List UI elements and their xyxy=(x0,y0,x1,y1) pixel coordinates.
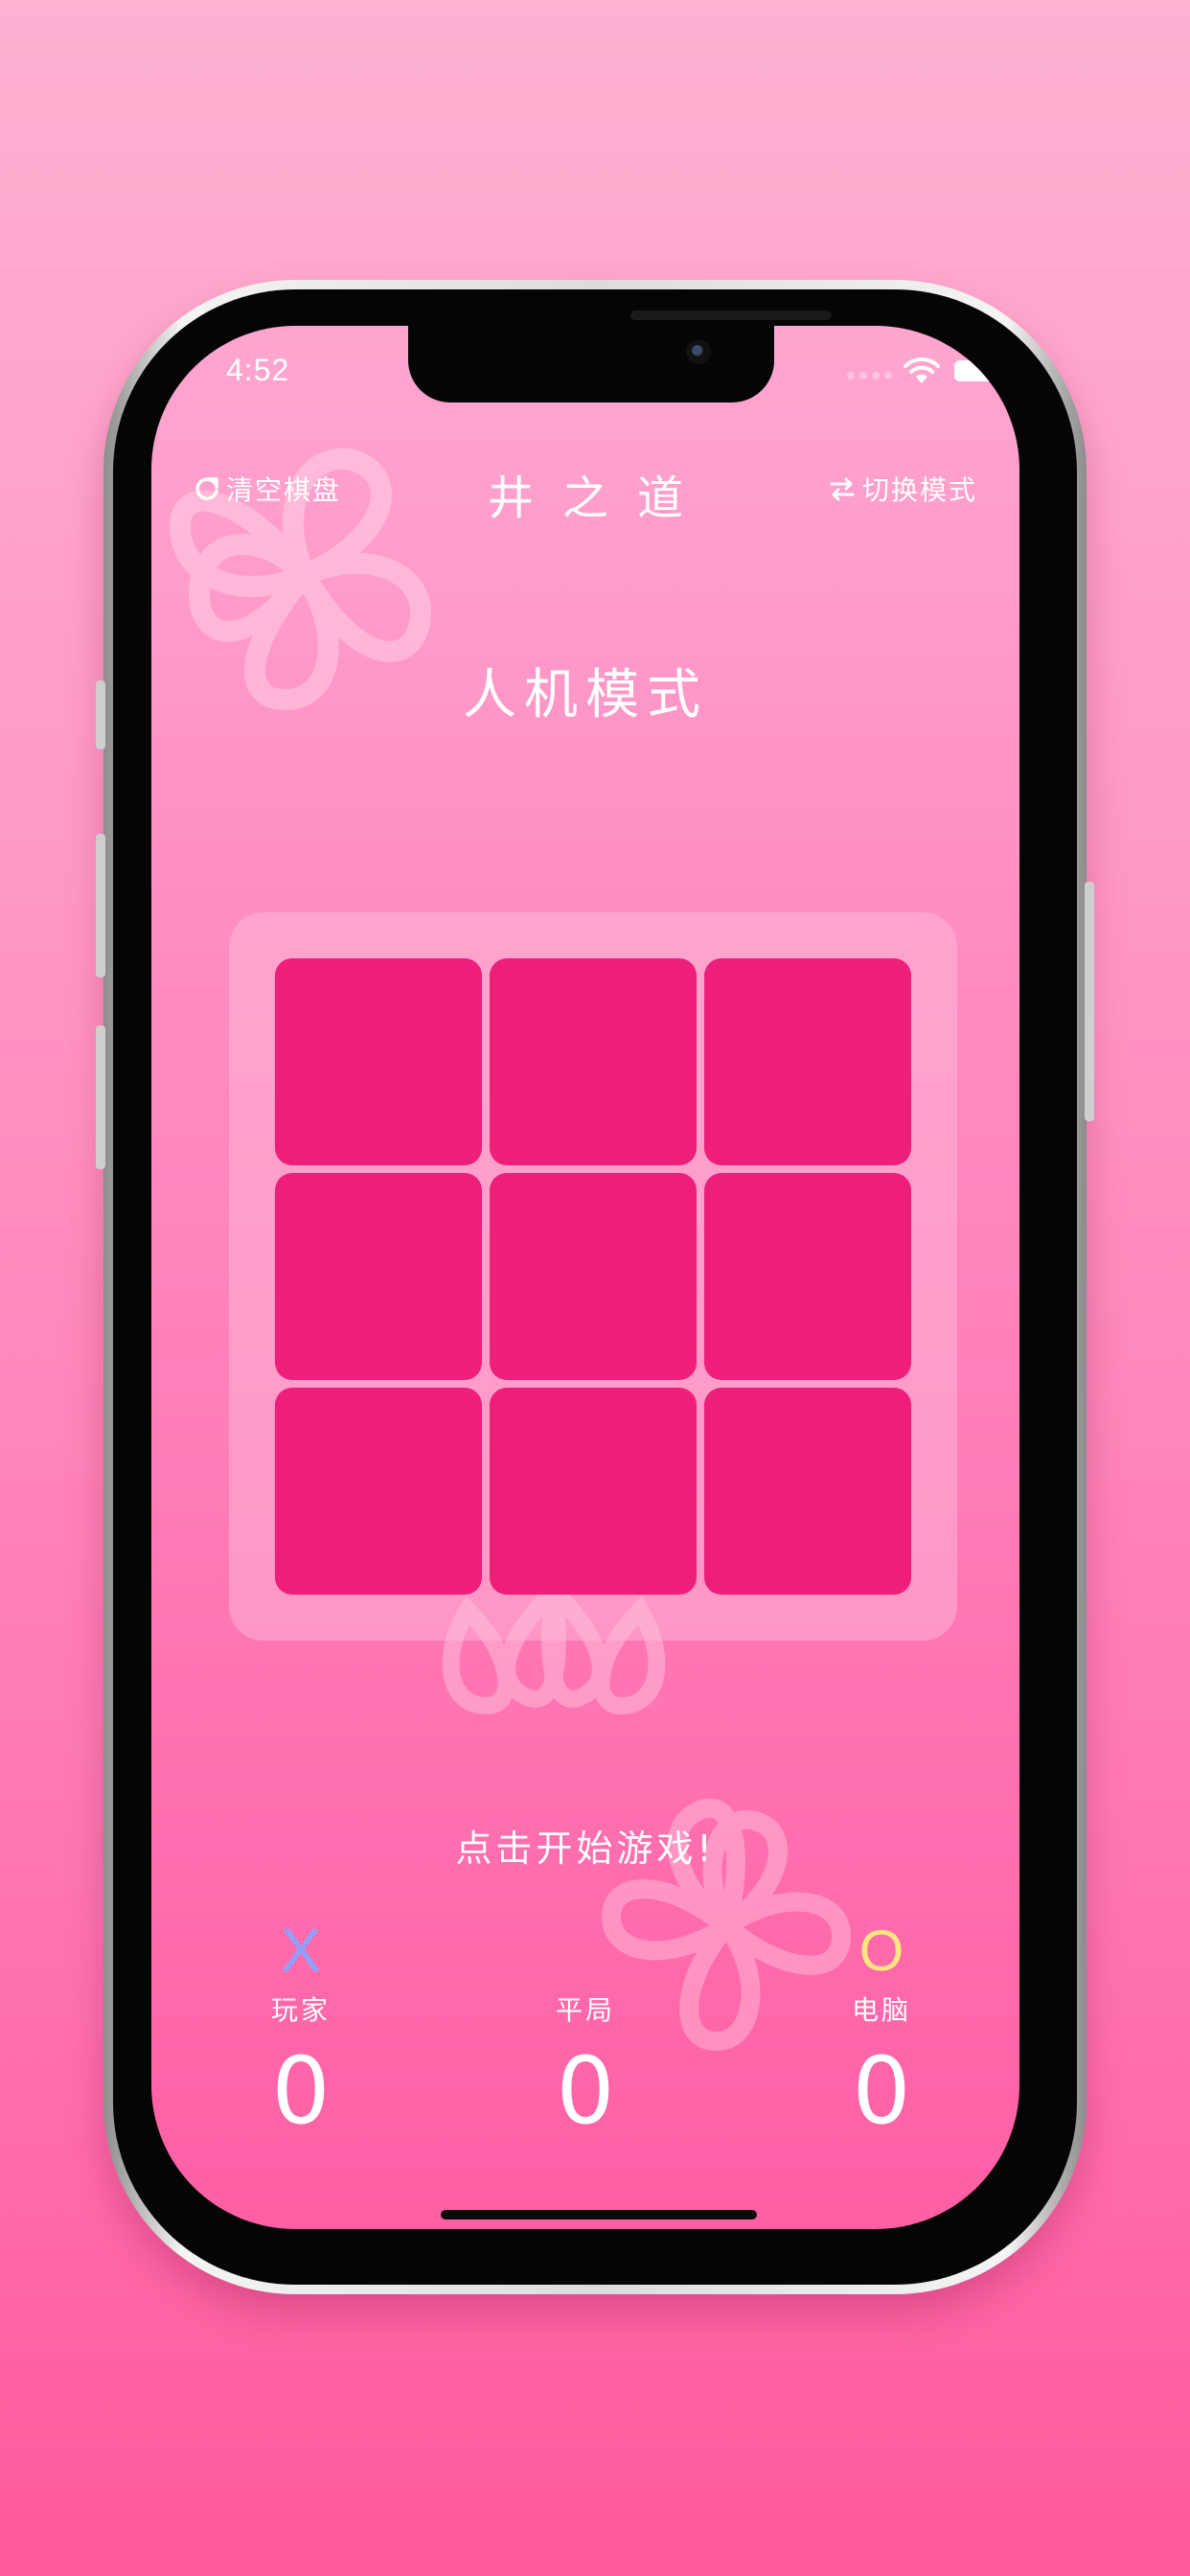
front-camera xyxy=(686,339,711,364)
board-cell[interactable] xyxy=(275,1388,482,1595)
cellular-signal-icon xyxy=(847,372,892,380)
board-cell[interactable] xyxy=(275,1173,482,1380)
board-cell[interactable] xyxy=(704,1173,911,1380)
computer-o-mark: O xyxy=(858,1918,904,1983)
player-score-value: 0 xyxy=(271,2037,331,2145)
board-cell[interactable] xyxy=(704,1388,911,1595)
computer-score-value: 0 xyxy=(852,2037,911,2145)
battery-icon xyxy=(954,360,1004,381)
mode-title: 人机模式 xyxy=(463,664,708,726)
draw-score-value: 0 xyxy=(556,2037,615,2145)
swap-arrows-icon xyxy=(830,477,855,501)
computer-score: O 电脑 0 xyxy=(786,1917,977,2145)
volume-down-button xyxy=(96,1025,105,1169)
draw-score: 平局 0 xyxy=(490,1917,681,2137)
speaker-grill xyxy=(630,310,832,320)
player-score: X 玩家 0 xyxy=(205,1916,397,2145)
board-cell[interactable] xyxy=(275,958,482,1165)
status-time: 4:52 xyxy=(226,353,290,387)
app-screen: 4:52 清空棋盘 井之道 切换模式 人机模式 点击开始游戏! X 玩家 0 平… xyxy=(151,326,1019,2229)
switch-mode-button[interactable]: 切换模式 xyxy=(828,470,977,508)
player-x-mark: X xyxy=(280,1916,322,1985)
start-hint: 点击开始游戏! xyxy=(455,1828,716,1870)
wifi-icon xyxy=(904,356,940,383)
board-cell[interactable] xyxy=(490,958,697,1165)
home-indicator[interactable] xyxy=(441,2210,757,2220)
phone-frame: 4:52 清空棋盘 井之道 切换模式 人机模式 点击开始游戏! X 玩家 0 平… xyxy=(96,280,1094,2294)
draw-label: 平局 xyxy=(555,1994,615,2026)
player-label: 玩家 xyxy=(270,1994,331,2026)
notch xyxy=(408,326,774,402)
silent-switch xyxy=(96,680,105,749)
board-cell[interactable] xyxy=(490,1173,697,1380)
board-grid xyxy=(275,958,911,1595)
computer-label: 电脑 xyxy=(851,1994,911,2026)
top-bar: 清空棋盘 井之道 切换模式 xyxy=(151,460,1019,525)
board-cell[interactable] xyxy=(704,958,911,1165)
game-board xyxy=(229,912,957,1641)
power-button xyxy=(1085,882,1094,1121)
switch-mode-label: 切换模式 xyxy=(861,474,977,506)
volume-up-button xyxy=(96,834,105,978)
board-cell[interactable] xyxy=(490,1388,697,1595)
